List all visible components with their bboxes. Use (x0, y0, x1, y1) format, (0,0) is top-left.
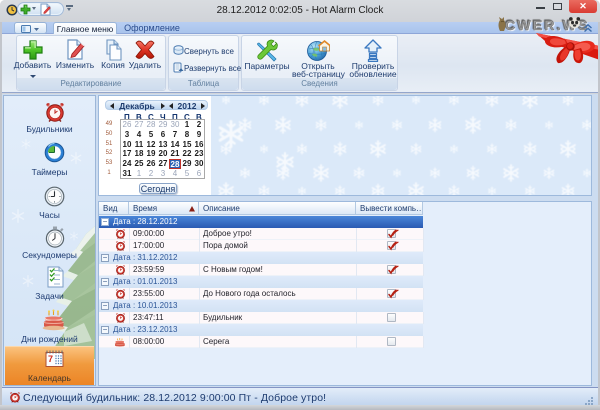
svg-text:7: 7 (48, 354, 53, 364)
